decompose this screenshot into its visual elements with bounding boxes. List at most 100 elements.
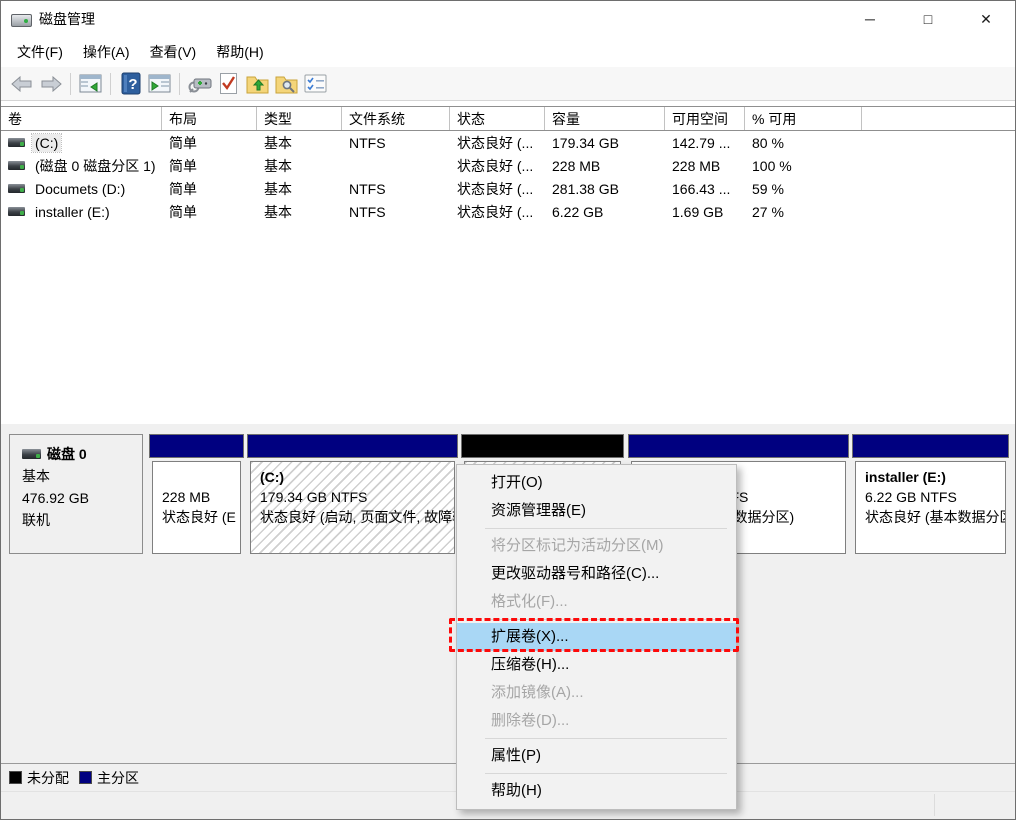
- cell-fs: [342, 154, 450, 177]
- volume-list: 卷 布局 类型 文件系统 状态 容量 可用空间 % 可用 (C:) 简单 基本 …: [1, 106, 1015, 424]
- partition-e[interactable]: installer (E:) 6.22 GB NTFS 状态良好 (基本数据分区…: [852, 434, 1009, 554]
- legend-primary-label: 主分区: [97, 768, 139, 788]
- volume-drive-icon: [8, 184, 25, 193]
- disk-management-window: 磁盘管理 ─ □ ✕ 文件(F) 操作(A) 查看(V) 帮助(H) ?: [0, 0, 1016, 820]
- menu-item-properties[interactable]: 属性(P): [457, 742, 736, 770]
- volume-drive-icon: [8, 207, 25, 216]
- cell-capacity: 228 MB: [545, 154, 665, 177]
- disk-status: 联机: [22, 509, 142, 531]
- partition-status: 状态良好 (基本数据分区): [865, 507, 1005, 527]
- col-type[interactable]: 类型: [257, 107, 342, 130]
- table-row-reserved[interactable]: (磁盘 0 磁盘分区 1) 简单 基本 状态良好 (... 228 MB 228…: [1, 154, 1015, 177]
- menu-help[interactable]: 帮助(H): [206, 38, 273, 66]
- cell-layout: 简单: [162, 200, 257, 223]
- cell-type: 基本: [257, 154, 342, 177]
- cell-type: 基本: [257, 200, 342, 223]
- cell-pct: 59 %: [745, 177, 862, 200]
- partition-bar: [149, 434, 244, 458]
- cell-type: 基本: [257, 131, 342, 154]
- help-book-icon[interactable]: ?: [117, 70, 144, 97]
- menu-item-mark-active: 将分区标记为活动分区(M): [457, 532, 736, 560]
- partition-size: 6.22 GB NTFS: [865, 487, 1005, 507]
- cell-layout: 简单: [162, 154, 257, 177]
- verify-document-icon[interactable]: [215, 70, 242, 97]
- menu-separator: [485, 773, 727, 774]
- menu-view[interactable]: 查看(V): [140, 38, 207, 66]
- menu-separator: [485, 738, 727, 739]
- cell-free: 166.43 ...: [665, 177, 745, 200]
- partition-status: 状态良好 (E: [162, 507, 240, 527]
- disk-size: 476.92 GB: [22, 487, 142, 509]
- cell-status: 状态良好 (...: [450, 200, 545, 223]
- back-icon[interactable]: [8, 70, 35, 97]
- cell-capacity: 179.34 GB: [545, 131, 665, 154]
- col-layout[interactable]: 布局: [162, 107, 257, 130]
- partition-c[interactable]: (C:) 179.34 GB NTFS 状态良好 (启动, 页面文件, 故障转储…: [247, 434, 458, 554]
- partition-bar: [852, 434, 1009, 458]
- partition-status: 状态良好 (启动, 页面文件, 故障转储, 主分区): [260, 507, 454, 527]
- volume-drive-icon: [8, 161, 25, 170]
- disk-name: 磁盘 0: [47, 443, 87, 465]
- cell-status: 状态良好 (...: [450, 177, 545, 200]
- table-row-d[interactable]: Documets (D:) 简单 基本 NTFS 状态良好 (... 281.3…: [1, 177, 1015, 200]
- menu-separator: [485, 528, 727, 529]
- menu-item-format: 格式化(F)...: [457, 588, 736, 616]
- console-tree-icon[interactable]: [77, 70, 104, 97]
- partition-size: 228 MB: [162, 487, 240, 507]
- cell-fs: NTFS: [342, 131, 450, 154]
- rescan-disks-icon[interactable]: [186, 70, 213, 97]
- col-free[interactable]: 可用空间: [665, 107, 745, 130]
- menu-item-shrink-volume[interactable]: 压缩卷(H)...: [457, 651, 736, 679]
- menu-file[interactable]: 文件(F): [7, 38, 73, 66]
- partition-bar: [628, 434, 849, 458]
- cell-pct: 27 %: [745, 200, 862, 223]
- statusbar-divider: [934, 794, 935, 816]
- legend-unallocated: 未分配: [9, 768, 69, 788]
- toolbar: ?: [1, 67, 1015, 101]
- menu-item-help[interactable]: 帮助(H): [457, 777, 736, 805]
- col-pct-free[interactable]: % 可用: [745, 107, 862, 130]
- folder-search-icon[interactable]: [273, 70, 300, 97]
- partition-size: 179.34 GB NTFS: [260, 487, 454, 507]
- partition-label: (C:): [260, 467, 454, 487]
- legend-primary: 主分区: [79, 768, 139, 788]
- legend-unallocated-label: 未分配: [27, 768, 69, 788]
- menu-item-open[interactable]: 打开(O): [457, 469, 736, 497]
- cell-status: 状态良好 (...: [450, 131, 545, 154]
- col-capacity[interactable]: 容量: [545, 107, 665, 130]
- checklist-icon[interactable]: [302, 70, 329, 97]
- table-row-e[interactable]: installer (E:) 简单 基本 NTFS 状态良好 (... 6.22…: [1, 200, 1015, 223]
- cell-layout: 简单: [162, 177, 257, 200]
- cell-fs: NTFS: [342, 177, 450, 200]
- folder-up-icon[interactable]: [244, 70, 271, 97]
- forward-icon[interactable]: [37, 70, 64, 97]
- menu-action[interactable]: 操作(A): [73, 38, 140, 66]
- title-bar: 磁盘管理 ─ □ ✕: [1, 1, 1015, 37]
- maximize-button[interactable]: □: [899, 1, 957, 37]
- show-window-icon[interactable]: [146, 70, 173, 97]
- cell-free: 1.69 GB: [665, 200, 745, 223]
- cell-layout: 简单: [162, 131, 257, 154]
- col-volume[interactable]: 卷: [1, 107, 162, 130]
- partition-reserved[interactable]: 228 MB 状态良好 (E: [149, 434, 244, 554]
- menu-item-delete-volume: 删除卷(D)...: [457, 707, 736, 735]
- minimize-button[interactable]: ─: [841, 1, 899, 37]
- cell-fs: NTFS: [342, 200, 450, 223]
- col-status[interactable]: 状态: [450, 107, 545, 130]
- cell-free: 228 MB: [665, 154, 745, 177]
- volume-drive-icon: [8, 138, 25, 147]
- volume-name: Documets (D:): [32, 180, 128, 198]
- partition-label: installer (E:): [865, 467, 1005, 487]
- cell-type: 基本: [257, 177, 342, 200]
- table-row-c[interactable]: (C:) 简单 基本 NTFS 状态良好 (... 179.34 GB 142.…: [1, 131, 1015, 154]
- annotation-highlight-box: [449, 618, 739, 652]
- unallocated-swatch: [9, 771, 22, 784]
- cell-pct: 80 %: [745, 131, 862, 154]
- menu-item-change-letter[interactable]: 更改驱动器号和路径(C)...: [457, 560, 736, 588]
- col-filesystem[interactable]: 文件系统: [342, 107, 450, 130]
- disk0-info-panel[interactable]: 磁盘 0 基本 476.92 GB 联机: [9, 434, 143, 554]
- close-button[interactable]: ✕: [957, 1, 1015, 37]
- menu-item-explorer[interactable]: 资源管理器(E): [457, 497, 736, 525]
- partition-bar: [461, 434, 624, 458]
- volume-name: (磁盘 0 磁盘分区 1): [32, 155, 159, 177]
